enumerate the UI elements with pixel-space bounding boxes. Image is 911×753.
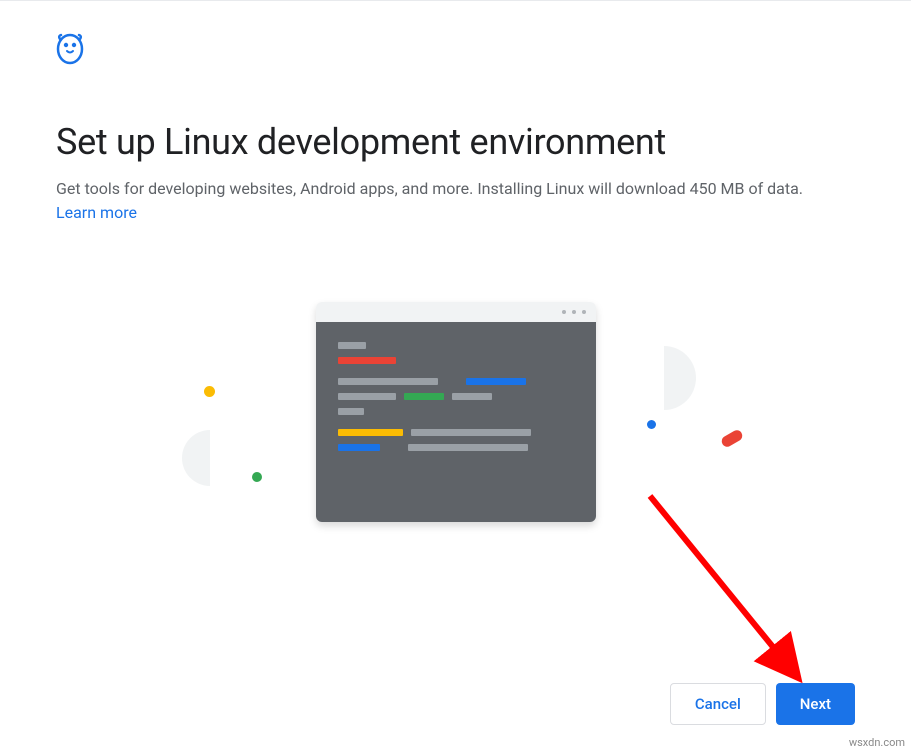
page-subtitle: Get tools for developing websites, Andro… [56,177,855,201]
dialog-content: Set up Linux development environment Get… [0,1,911,612]
terminal-illustration [316,302,596,522]
page-title: Set up Linux development environment [56,121,855,163]
dialog-footer: Cancel Next [670,683,855,725]
decorative-dot [252,472,262,482]
decorative-dot [647,420,656,429]
decorative-shape [664,346,696,410]
watermark: wsxdn.com [849,736,905,749]
decorative-dot [204,386,215,397]
terminal-titlebar [316,302,596,322]
learn-more-link[interactable]: Learn more [56,203,137,222]
linux-penguin-icon [56,33,855,69]
terminal-body [316,322,596,522]
decorative-shape [182,430,210,486]
next-button[interactable]: Next [776,683,855,725]
decorative-pill [720,428,745,449]
cancel-button[interactable]: Cancel [670,683,766,725]
illustration [56,302,855,612]
